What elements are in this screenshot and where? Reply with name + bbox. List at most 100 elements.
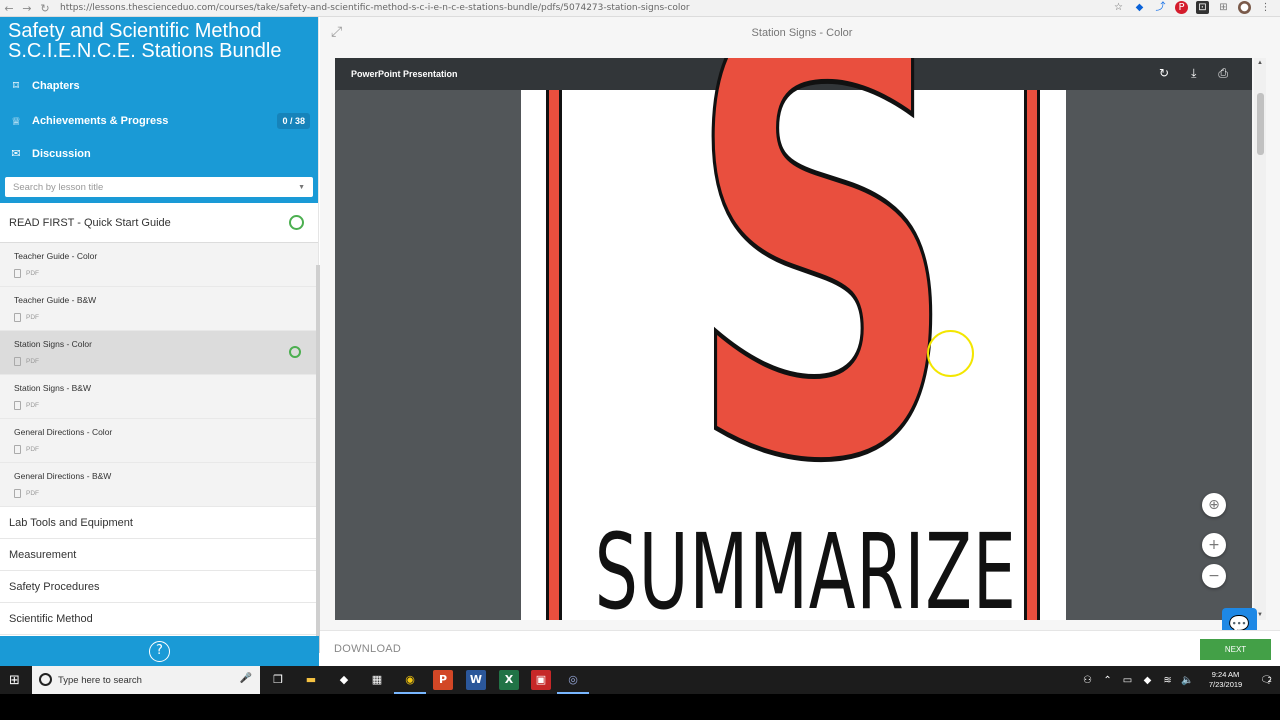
- lesson-title: Teacher Guide - Color: [14, 251, 98, 261]
- pdf-viewer: PowerPoint Presentation 1 / 7 ↻ ⤓ ⎙ S SU…: [335, 58, 1252, 620]
- windows-start-icon[interactable]: ⊞: [9, 673, 20, 688]
- chevron-down-icon[interactable]: ▼: [298, 184, 305, 191]
- powerpoint-icon[interactable]: P: [433, 670, 453, 690]
- lesson-type: PDF: [26, 490, 39, 497]
- progress-badge: 0 / 38: [277, 113, 310, 129]
- excel-icon[interactable]: X: [499, 670, 519, 690]
- page-border-stripe: [546, 90, 562, 620]
- dropbox-icon[interactable]: ◆: [1133, 1, 1146, 14]
- sidebar-header: Safety and Scientific Method S.C.I.E.N.C…: [0, 17, 318, 203]
- pinterest-icon[interactable]: P: [1175, 1, 1188, 14]
- chapter-item[interactable]: Measurement: [0, 539, 318, 571]
- chapter-read-first[interactable]: READ FIRST - Quick Start Guide: [0, 203, 318, 243]
- bookmark-star-icon[interactable]: ☆: [1112, 1, 1125, 14]
- calculator-icon[interactable]: ▦: [367, 670, 387, 690]
- back-arrow-icon[interactable]: ←: [0, 0, 18, 17]
- zoom-in-button[interactable]: +: [1202, 533, 1226, 557]
- dropbox-taskbar-icon[interactable]: ◆: [334, 670, 354, 690]
- microphone-icon[interactable]: 🎤: [240, 673, 252, 684]
- recording-app-icon[interactable]: ◎: [557, 670, 589, 694]
- scroll-up-icon[interactable]: ▲: [1257, 60, 1263, 66]
- task-view-icon[interactable]: ❒: [268, 670, 288, 690]
- cursor-highlight: [927, 330, 974, 377]
- wifi-icon[interactable]: ≋: [1158, 675, 1178, 686]
- bookmark-icon: ⌑: [13, 79, 19, 92]
- print-icon[interactable]: ⎙: [1218, 66, 1228, 81]
- fit-page-button[interactable]: ⊕: [1202, 493, 1226, 517]
- document-icon: [14, 489, 21, 498]
- scroll-down-icon[interactable]: ▼: [1257, 612, 1263, 618]
- lesson-title: Station Signs - B&W: [14, 383, 92, 393]
- lesson-item-active[interactable]: Station Signs - Color PDF: [0, 331, 318, 375]
- reload-icon[interactable]: ↻: [36, 0, 54, 17]
- file-explorer-icon[interactable]: ▬: [301, 670, 321, 690]
- chat-icon: ✉: [11, 147, 21, 160]
- chapter-title: Lab Tools and Equipment: [9, 516, 133, 529]
- address-bar[interactable]: https://lessons.thescienceduo.com/course…: [60, 3, 690, 13]
- course-title[interactable]: Safety and Scientific Method S.C.I.E.N.C…: [8, 21, 313, 61]
- lesson-search-input[interactable]: Search by lesson title ▼: [5, 177, 313, 197]
- search-icon: [39, 673, 52, 686]
- lesson-item[interactable]: General Directions - Color PDF: [0, 419, 318, 463]
- people-icon[interactable]: ⚇: [1078, 675, 1098, 686]
- chapter-item[interactable]: Lab Tools and Equipment: [0, 507, 318, 539]
- taskbar-search-input[interactable]: Type here to search 🎤: [32, 666, 260, 694]
- extension-icon[interactable]: ⊞: [1217, 1, 1230, 14]
- document-icon: [14, 401, 21, 410]
- chapter-item[interactable]: Safety Procedures: [0, 571, 318, 603]
- windows-taskbar: ⊞ Type here to search 🎤 ❒ ▬ ◆ ▦ ◉ P W X …: [0, 666, 1280, 694]
- sidebar-link-chapters[interactable]: ⌑ Chapters: [8, 79, 310, 92]
- extension-icon[interactable]: ⤴: [1154, 1, 1167, 14]
- sidebar-link-discussion[interactable]: ✉ Discussion: [8, 147, 310, 160]
- chapter-title: Safety Procedures: [9, 580, 100, 593]
- volume-icon[interactable]: 🔈: [1178, 675, 1198, 686]
- document-page: S SUMMARIZE: [521, 58, 1066, 620]
- document-icon: [14, 269, 21, 278]
- taskbar-clock[interactable]: 9:24 AM 7/23/2019: [1198, 670, 1254, 690]
- rotate-icon[interactable]: ↻: [1159, 66, 1169, 81]
- lesson-item[interactable]: Teacher Guide - Color PDF: [0, 243, 318, 287]
- scrollbar-thumb[interactable]: [1257, 93, 1264, 155]
- taskbar-search-placeholder: Type here to search: [58, 674, 142, 686]
- search-placeholder: Search by lesson title: [13, 181, 104, 193]
- lesson-type: PDF: [26, 270, 39, 277]
- lesson-type: PDF: [26, 402, 39, 409]
- menu-dots-icon[interactable]: ⋮: [1259, 1, 1272, 14]
- screen-recorder-icon[interactable]: ▣: [531, 670, 551, 690]
- next-button[interactable]: NEXT: [1200, 639, 1271, 660]
- forward-arrow-icon[interactable]: →: [18, 0, 36, 17]
- download-icon[interactable]: ⤓: [1191, 66, 1196, 81]
- profile-avatar-icon[interactable]: ●: [1238, 1, 1251, 14]
- sidebar-link-achievements[interactable]: ♕ Achievements & Progress 0 / 38: [8, 113, 310, 129]
- system-tray: ⚇ ⌃ ▭ ◆ ≋ 🔈 9:24 AM 7/23/2019 🗨 2: [1078, 666, 1280, 694]
- word-icon[interactable]: W: [466, 670, 486, 690]
- zoom-out-button[interactable]: −: [1202, 564, 1226, 588]
- lesson-item[interactable]: General Directions - B&W PDF: [0, 463, 318, 507]
- page-title: Station Signs - Color: [751, 27, 853, 39]
- help-button[interactable]: ?: [149, 640, 170, 662]
- battery-icon[interactable]: ▭: [1118, 675, 1138, 686]
- browser-toolbar: ← → ↻ https://lessons.thescienceduo.com/…: [0, 0, 1280, 17]
- chapter-title: READ FIRST - Quick Start Guide: [9, 216, 171, 229]
- lesson-content: ⤢ Station Signs - Color PowerPoint Prese…: [320, 17, 1280, 666]
- document-icon: [14, 445, 21, 454]
- lesson-title: Station Signs - Color: [14, 339, 92, 349]
- notifications-icon[interactable]: 🗨: [1254, 675, 1280, 686]
- lesson-footer: DOWNLOAD NEXT: [320, 630, 1280, 666]
- extension-icon[interactable]: ⊡: [1196, 1, 1209, 14]
- lesson-title: General Directions - Color: [14, 427, 113, 437]
- document-icon: [14, 313, 21, 322]
- lesson-title: Teacher Guide - B&W: [14, 295, 97, 305]
- lesson-title: General Directions - B&W: [14, 471, 112, 481]
- lesson-type: PDF: [26, 314, 39, 321]
- sidebar-link-label: Chapters: [32, 79, 80, 92]
- lesson-item[interactable]: Station Signs - B&W PDF: [0, 375, 318, 419]
- course-sidebar: Safety and Scientific Method S.C.I.E.N.C…: [0, 17, 320, 666]
- chapter-item[interactable]: Scientific Method: [0, 603, 318, 635]
- lesson-item[interactable]: Teacher Guide - B&W PDF: [0, 287, 318, 331]
- viewer-scrollbar[interactable]: ▲ ▼: [1254, 58, 1266, 620]
- chevron-up-icon[interactable]: ⌃: [1098, 675, 1118, 686]
- download-button[interactable]: DOWNLOAD: [334, 643, 401, 655]
- chrome-icon[interactable]: ◉: [394, 670, 426, 694]
- dropbox-tray-icon[interactable]: ◆: [1138, 675, 1158, 686]
